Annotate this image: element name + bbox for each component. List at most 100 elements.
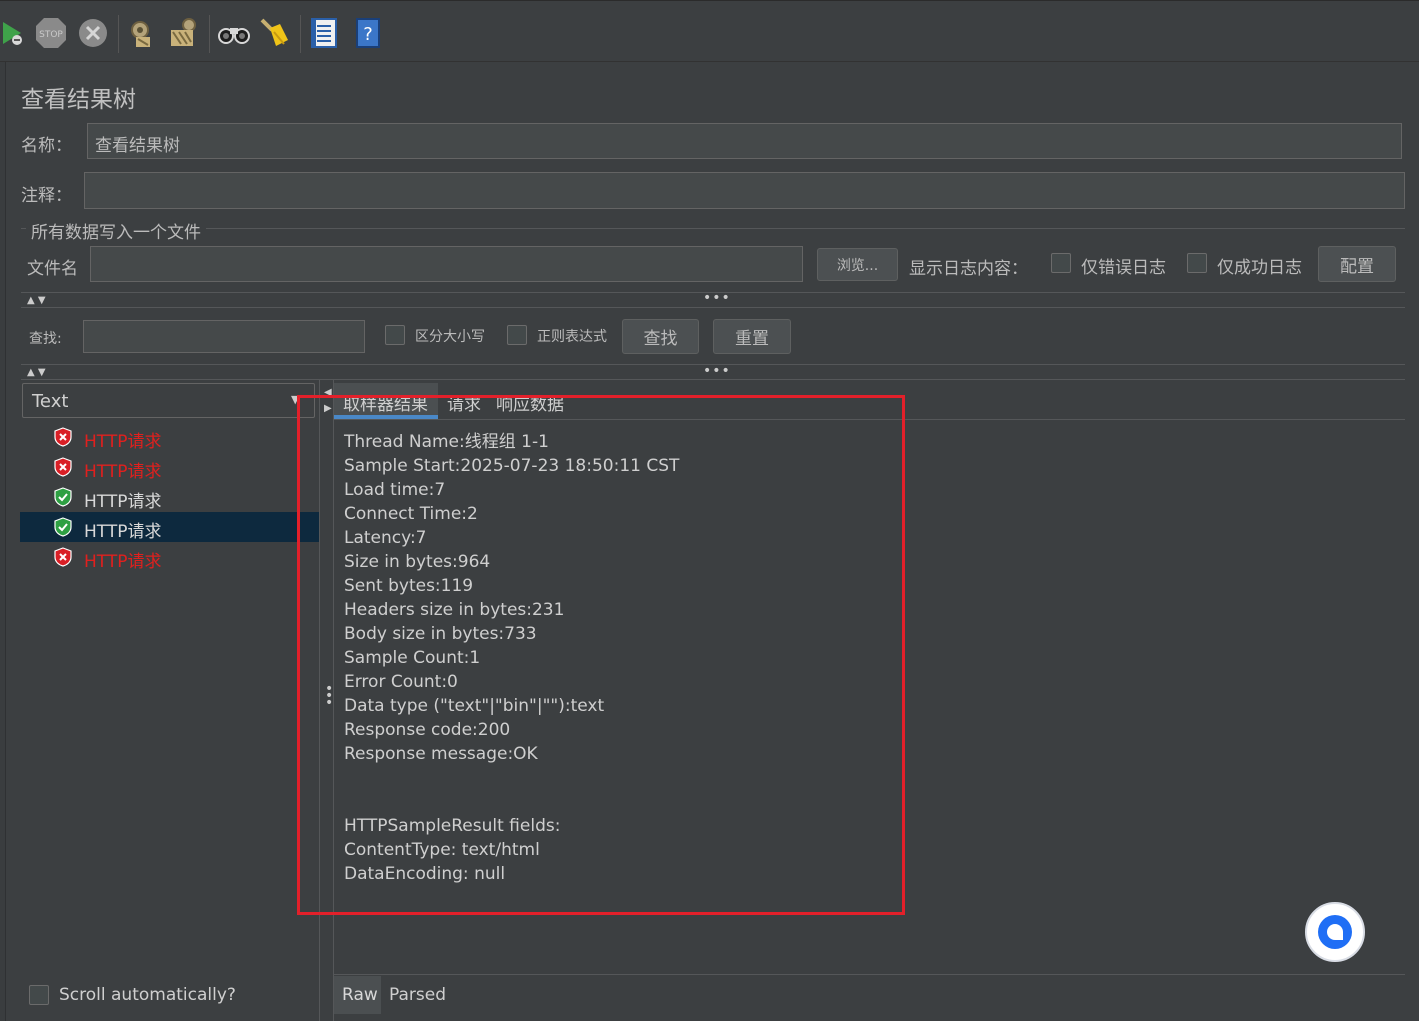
chevron-down-icon: ▼ <box>291 393 300 406</box>
chat-bubble-icon <box>1318 915 1352 949</box>
browse-button[interactable]: 浏览... <box>817 248 898 281</box>
start-no-pauses-icon[interactable] <box>0 15 30 51</box>
clear-all-icon[interactable] <box>166 15 202 51</box>
success-only-label: 仅成功日志 <box>1217 258 1302 278</box>
error-shield-icon <box>54 457 72 477</box>
search-label: 查找: <box>29 331 62 347</box>
help-icon[interactable]: ? <box>350 15 386 51</box>
tab-response-data[interactable]: 响应数据 <box>496 390 564 415</box>
tab-sampler-result[interactable]: 取样器结果 <box>334 383 438 419</box>
case-sensitive-label: 区分大小写 <box>415 329 485 345</box>
tab-request[interactable]: 请求 <box>447 390 481 415</box>
vertical-splitter-arrows[interactable]: ◀ ▶ <box>324 385 332 417</box>
splitter-line <box>21 307 1405 308</box>
splitter-grip[interactable]: ••• <box>703 363 731 379</box>
result-blank-line <box>344 790 679 814</box>
errors-only-label: 仅错误日志 <box>1081 258 1166 278</box>
file-group-border <box>21 228 1405 229</box>
svg-text:STOP: STOP <box>39 30 63 40</box>
result-line: Sent bytes:119 <box>344 576 474 596</box>
comment-field[interactable] <box>84 172 1405 209</box>
vertical-splitter-line <box>333 380 334 1021</box>
toolbar-separator <box>118 15 119 53</box>
tree-item-label: HTTP请求 <box>84 522 162 542</box>
floating-assistant-button[interactable] <box>1305 902 1365 962</box>
tree-item[interactable]: HTTP请求 <box>20 422 320 452</box>
result-blank-line <box>344 766 679 790</box>
splitter-grip[interactable]: ••• <box>703 290 731 306</box>
svg-text:?: ? <box>363 24 373 45</box>
tree-item-label: HTTP请求 <box>84 462 162 482</box>
toolbar-separator <box>209 15 210 53</box>
toolbar: STOP ? <box>0 0 1419 62</box>
error-shield-icon <box>54 427 72 447</box>
result-line: Load time:7 <box>344 480 446 500</box>
result-line: Error Count:0 <box>344 672 458 692</box>
configure-button[interactable]: 配置 <box>1318 246 1396 282</box>
errors-only-checkbox[interactable] <box>1051 253 1071 273</box>
tab-sampler-result-label: 取样器结果 <box>343 395 428 415</box>
renderer-select[interactable]: Text ▼ <box>22 383 315 418</box>
filename-label: 文件名 <box>27 259 78 279</box>
name-field[interactable]: 查看结果树 <box>87 123 1402 159</box>
shutdown-icon[interactable] <box>75 15 111 51</box>
log-content-label: 显示日志内容： <box>909 259 1028 279</box>
tree-item-label: HTTP请求 <box>84 552 162 572</box>
tree-item-selected[interactable]: HTTP请求 <box>20 512 320 542</box>
result-line: Body size in bytes:733 <box>344 624 537 644</box>
scroll-auto-label: Scroll automatically? <box>59 985 236 1005</box>
result-line: Response code:200 <box>344 720 511 740</box>
reset-button[interactable]: 重置 <box>713 319 791 354</box>
tree-item[interactable]: HTTP请求 <box>20 482 320 512</box>
tree-item-label: HTTP请求 <box>84 492 162 512</box>
result-line: Size in bytes:964 <box>344 552 491 572</box>
success-shield-icon <box>54 517 72 537</box>
vertical-splitter-line <box>319 380 320 1021</box>
tab-bar-border <box>334 419 1405 420</box>
renderer-select-value: Text <box>32 391 69 412</box>
tab-raw[interactable]: Raw <box>334 976 381 1014</box>
filename-field[interactable] <box>90 246 803 282</box>
splitter-collapse-arrows[interactable]: ▲ ▼ <box>27 295 46 306</box>
tree-item[interactable]: HTTP请求 <box>20 542 320 572</box>
search-input[interactable] <box>83 320 365 353</box>
scroll-auto-checkbox[interactable] <box>29 985 49 1005</box>
result-line: Thread Name:线程组 1-1 <box>344 432 549 452</box>
tab-parsed[interactable]: Parsed <box>389 985 446 1005</box>
name-field-value: 查看结果树 <box>95 136 180 156</box>
toolbar-separator <box>300 15 301 53</box>
result-line: ContentType: text/html <box>344 840 540 860</box>
find-button[interactable]: 查找 <box>622 319 699 354</box>
regex-label: 正则表达式 <box>537 329 607 345</box>
splitter-collapse-arrows[interactable]: ▲ ▼ <box>27 367 46 378</box>
result-line: Sample Count:1 <box>344 648 481 668</box>
tab-raw-label: Raw <box>342 985 378 1005</box>
result-line: Sample Start:2025-07-23 18:50:11 CST <box>344 456 680 476</box>
sampler-result-text: Thread Name:线程组 1-1 Sample Start:2025-07… <box>344 430 679 886</box>
result-line: Latency:7 <box>344 528 427 548</box>
result-line: DataEncoding: null <box>344 864 506 884</box>
tree-item-label: HTTP请求 <box>84 432 162 452</box>
comment-label: 注释： <box>21 186 72 206</box>
stop-icon[interactable]: STOP <box>33 15 69 51</box>
error-shield-icon <box>54 547 72 567</box>
name-label: 名称： <box>21 136 72 156</box>
panel-title: 查看结果树 <box>21 87 136 113</box>
clear-icon[interactable] <box>124 15 160 51</box>
success-shield-icon <box>54 487 72 507</box>
success-only-checkbox[interactable] <box>1187 253 1207 273</box>
splitter-line <box>21 379 1405 380</box>
case-sensitive-checkbox[interactable] <box>385 325 405 345</box>
regex-checkbox[interactable] <box>507 325 527 345</box>
function-helper-icon[interactable] <box>306 15 342 51</box>
result-line: Data type ("text"|"bin"|""):text <box>344 696 605 716</box>
result-line: Response message:OK <box>344 744 538 764</box>
tree-item[interactable]: HTTP请求 <box>20 452 320 482</box>
result-line: Connect Time:2 <box>344 504 478 524</box>
result-line: HTTPSampleResult fields: <box>344 816 561 836</box>
left-edge <box>0 62 6 1021</box>
reset-search-icon[interactable] <box>257 15 293 51</box>
result-line: Headers size in bytes:231 <box>344 600 565 620</box>
search-icon[interactable] <box>216 15 252 51</box>
file-group-label: 所有数据写入一个文件 <box>26 218 206 243</box>
